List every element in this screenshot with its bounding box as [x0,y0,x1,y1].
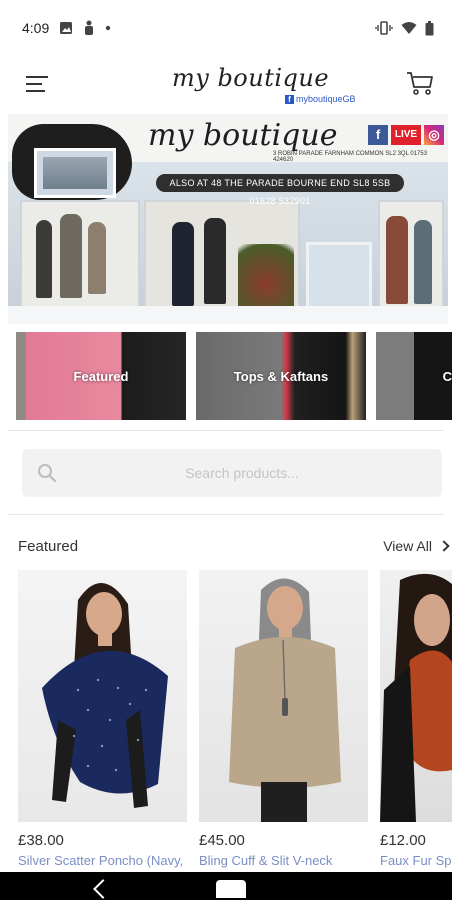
hero-address-banner: ALSO AT 48 THE PARADE BOURNE END SL8 5SB… [156,174,404,206]
hero-social-icons: f LIVE ◎ [368,125,444,145]
view-all-label: View All [383,538,432,554]
brand-logo: my boutique f myboutiqueGB [172,64,356,110]
live-badge: LIVE [391,125,421,145]
shop-window-graphic [12,124,132,200]
chevron-right-icon [438,540,450,552]
facebook-icon: f [368,125,388,145]
product-name[interactable]: Bling Cuff & Slit V-neck [199,853,368,868]
app-header: my boutique f myboutiqueGB [0,58,452,112]
cart-icon[interactable] [406,70,434,96]
search-bar[interactable] [22,449,442,497]
product-card[interactable]: £38.00 Silver Scatter Poncho (Navy, [18,570,187,868]
back-icon[interactable] [93,879,113,899]
facebook-icon: f [285,94,294,104]
product-name[interactable]: Silver Scatter Poncho (Navy, [18,853,187,868]
instagram-icon: ◎ [424,125,444,145]
menu-button[interactable] [26,76,48,94]
search-input[interactable] [72,449,412,497]
product-price: £38.00 [18,832,64,849]
category-tile-featured[interactable]: Featured [16,332,186,420]
product-image[interactable] [18,570,187,822]
view-all-button[interactable]: View All [383,538,450,554]
category-tile-tops-kaftans[interactable]: Tops & Kaftans [196,332,366,420]
category-tile-partial[interactable]: C [376,332,452,420]
category-label: Tops & Kaftans [233,368,329,384]
product-image[interactable] [380,570,452,822]
product-card[interactable]: £45.00 Bling Cuff & Slit V-neck [199,570,368,868]
product-price: £12.00 [380,832,426,849]
home-icon[interactable] [216,880,246,898]
category-carousel[interactable]: Featured Tops & Kaftans C [16,332,452,422]
battery-icon [425,20,434,35]
product-image[interactable] [199,570,368,822]
product-price: £45.00 [199,832,245,849]
product-card[interactable]: £12.00 Faux Fur Spri [380,570,452,868]
dot-icon [106,25,111,31]
wifi-icon [401,22,417,34]
system-nav-bar [0,872,452,900]
status-time: 4:09 [22,20,50,36]
vibrate-icon [375,21,393,35]
section-title: Featured [18,537,79,555]
divider [8,430,444,431]
category-label: C [442,368,452,384]
status-bar: 4:09 [0,0,452,56]
product-carousel[interactable]: £38.00 Silver Scatter Poncho (Navy, £45.… [18,570,452,880]
notification-figure-icon [85,20,94,35]
hero-address: 3 ROBIN PARADE FARNHAM COMMON SL2 3QL 01… [273,151,428,163]
category-label: Featured [73,368,129,384]
hero-banner[interactable]: my boutique 3 ROBIN PARADE FARNHAM COMMO… [8,114,448,324]
featured-section-header: Featured View All [18,534,452,558]
search-icon [38,464,57,483]
hamburger-icon [26,76,48,78]
brand-social-handle: f myboutiqueGB [285,94,356,104]
brand-name: my boutique [172,64,330,92]
gallery-icon [60,22,73,34]
divider [8,514,444,515]
product-name[interactable]: Faux Fur Spri [380,853,452,868]
hero-title: my boutique [148,118,338,153]
